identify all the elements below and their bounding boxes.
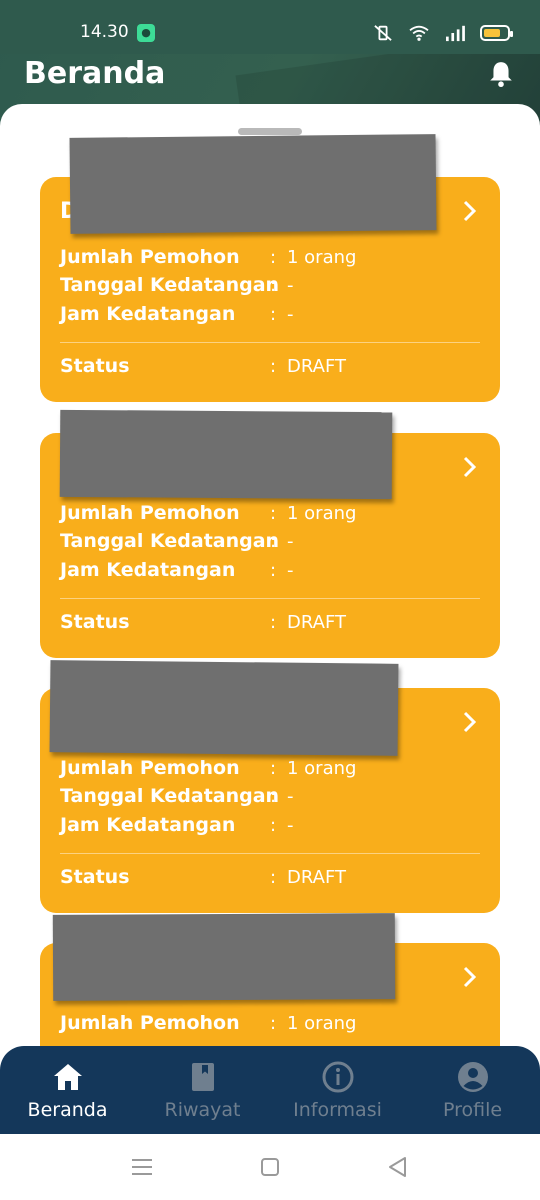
page-title: Beranda: [24, 56, 166, 91]
colon: :: [270, 247, 277, 268]
row-value: 1 orang: [287, 503, 357, 524]
home-square-icon[interactable]: [258, 1156, 282, 1178]
status-value: DRAFT: [287, 867, 346, 888]
row-value: -: [287, 815, 294, 836]
nav-item-profile[interactable]: Profile: [405, 1046, 540, 1134]
chevron-right-icon[interactable]: [462, 965, 478, 989]
notification-bell-icon[interactable]: [488, 60, 514, 88]
row-value: 1 orang: [287, 247, 357, 268]
row-label: Jam Kedatangan: [60, 814, 236, 836]
user-circle-icon: [457, 1062, 488, 1092]
row-value: -: [287, 304, 294, 325]
book-icon: [191, 1063, 214, 1091]
row-label: Tanggal Kedatangan: [60, 274, 280, 296]
colon: :: [270, 560, 277, 581]
colon: :: [270, 786, 277, 807]
redaction-block: [69, 134, 437, 234]
row-label: Jam Kedatangan: [60, 559, 236, 581]
status-label: Status: [60, 355, 130, 377]
row-label: Jumlah Pemohon: [60, 1012, 240, 1034]
colon: :: [270, 1013, 277, 1034]
bottom-navigation: Beranda Riwayat Informasi Profile: [0, 1046, 540, 1134]
chevron-right-icon[interactable]: [462, 199, 478, 223]
colon: :: [270, 275, 277, 296]
nav-item-riwayat[interactable]: Riwayat: [135, 1046, 270, 1134]
row-label: Jumlah Pemohon: [60, 246, 240, 268]
home-icon: [53, 1064, 82, 1090]
status-icons: [372, 22, 513, 44]
nav-item-informasi[interactable]: Informasi: [270, 1046, 405, 1134]
status-time: 14.30: [80, 22, 129, 42]
colon: :: [270, 612, 277, 633]
row-value: -: [287, 531, 294, 552]
menu-icon[interactable]: [130, 1156, 154, 1178]
row-label: Jumlah Pemohon: [60, 502, 240, 524]
colon: :: [270, 356, 277, 377]
app-notification-icon: ●: [137, 24, 155, 42]
nav-label: Beranda: [27, 1099, 108, 1121]
nav-item-beranda[interactable]: Beranda: [0, 1046, 135, 1134]
row-label: Jumlah Pemohon: [60, 757, 240, 779]
divider: [60, 342, 480, 343]
row-value: 1 orang: [287, 758, 357, 779]
nav-label: Riwayat: [164, 1099, 241, 1121]
nav-label: Profile: [442, 1099, 503, 1121]
drag-handle[interactable]: [238, 128, 302, 135]
redaction-block: [59, 409, 393, 500]
system-navigation-bar: [0, 1134, 540, 1200]
row-value: 1 orang: [287, 1013, 357, 1034]
row-label: Jam Kedatangan: [60, 303, 236, 325]
content-sheet[interactable]: D Jumlah Pemohon : 1 orang Tanggal Kedat…: [0, 104, 540, 1049]
colon: :: [270, 304, 277, 325]
colon: :: [270, 531, 277, 552]
nav-label: Informasi: [293, 1099, 382, 1121]
chevron-right-icon[interactable]: [462, 455, 478, 479]
row-value: -: [287, 275, 294, 296]
colon: :: [270, 867, 277, 888]
row-label: Tanggal Kedatangan: [60, 530, 280, 552]
redaction-block: [49, 660, 399, 756]
back-icon[interactable]: [386, 1156, 410, 1178]
colon: :: [270, 758, 277, 779]
wifi-icon: [409, 25, 429, 41]
vibrate-mute-icon: [374, 25, 392, 41]
battery-icon: [480, 25, 513, 41]
status-label: Status: [60, 866, 130, 888]
status-value: DRAFT: [287, 356, 346, 377]
colon: :: [270, 503, 277, 524]
row-value: -: [287, 560, 294, 581]
redaction-block: [52, 913, 396, 1001]
row-label: Tanggal Kedatangan: [60, 785, 280, 807]
info-icon: [322, 1061, 353, 1093]
divider: [60, 598, 480, 599]
divider: [60, 853, 480, 854]
row-value: -: [287, 786, 294, 807]
status-bar: 14.30 ●: [0, 0, 540, 54]
chevron-right-icon[interactable]: [462, 710, 478, 734]
signal-icon: [446, 25, 465, 42]
colon: :: [270, 815, 277, 836]
status-value: DRAFT: [287, 612, 346, 633]
status-label: Status: [60, 611, 130, 633]
